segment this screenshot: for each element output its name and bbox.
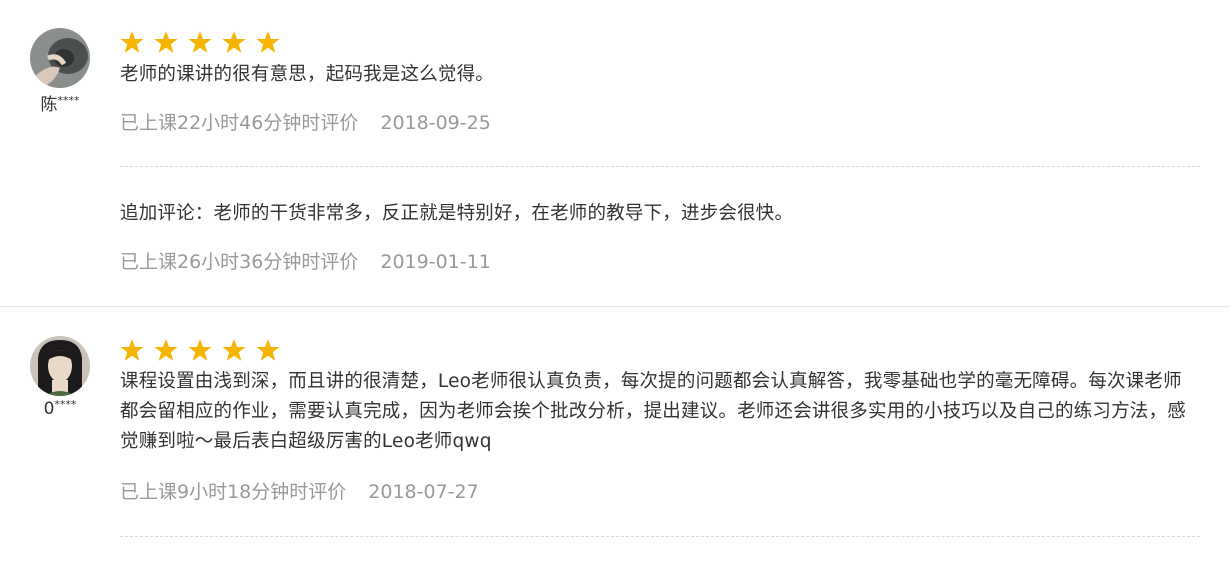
avatar[interactable]: [30, 336, 90, 396]
anime-avatar-image: [30, 336, 90, 396]
star-icon: [256, 339, 280, 361]
username: 陈****: [40, 94, 80, 115]
review-comment: 老师的课讲的很有意思，起码我是这么觉得。: [120, 64, 495, 85]
followup-comment: 追加评论：老师的干货非常多，反正就是特别好，在老师的教导下，进步会很快。: [120, 203, 794, 224]
star-rating: [120, 30, 280, 54]
star-icon: [120, 31, 144, 53]
followup-date: 2019-01-11: [380, 251, 491, 273]
study-time-label: 已上课9小时18分钟时评价: [120, 481, 347, 503]
star-icon: [154, 339, 178, 361]
star-icon: [188, 31, 212, 53]
star-icon: [154, 31, 178, 53]
dashed-divider: [120, 536, 1200, 537]
study-time-label: 已上课26小时36分钟时评价: [120, 251, 359, 273]
review-item: 陈**** 老师的课讲的很有意思，起码我是这么觉得。 已上课22小时46分钟时评…: [0, 0, 1229, 307]
dashed-divider: [120, 166, 1200, 167]
star-rating: [120, 338, 280, 362]
followup-meta: 已上课26小时36分钟时评价 2019-01-11: [120, 247, 491, 274]
avatar[interactable]: [30, 28, 90, 88]
star-icon: [188, 339, 212, 361]
star-icon: [120, 339, 144, 361]
review-date: 2018-09-25: [380, 112, 491, 134]
review-item: 0**** 课程设置由浅到深，而且讲的很清楚，Leo老师很认真负责，每次提的问题…: [0, 307, 1229, 574]
review-meta: 已上课9小时18分钟时评价 2018-07-27: [120, 477, 479, 504]
username: 0****: [43, 398, 77, 419]
study-time-label: 已上课22小时46分钟时评价: [120, 112, 359, 134]
star-icon: [256, 31, 280, 53]
star-icon: [222, 339, 246, 361]
star-icon: [222, 31, 246, 53]
review-meta: 已上课22小时46分钟时评价 2018-09-25: [120, 108, 491, 135]
review-comment: 课程设置由浅到深，而且讲的很清楚，Leo老师很认真负责，每次提的问题都会认真解答…: [120, 371, 1186, 452]
review-date: 2018-07-27: [368, 481, 479, 503]
cat-avatar-image: [30, 28, 90, 88]
